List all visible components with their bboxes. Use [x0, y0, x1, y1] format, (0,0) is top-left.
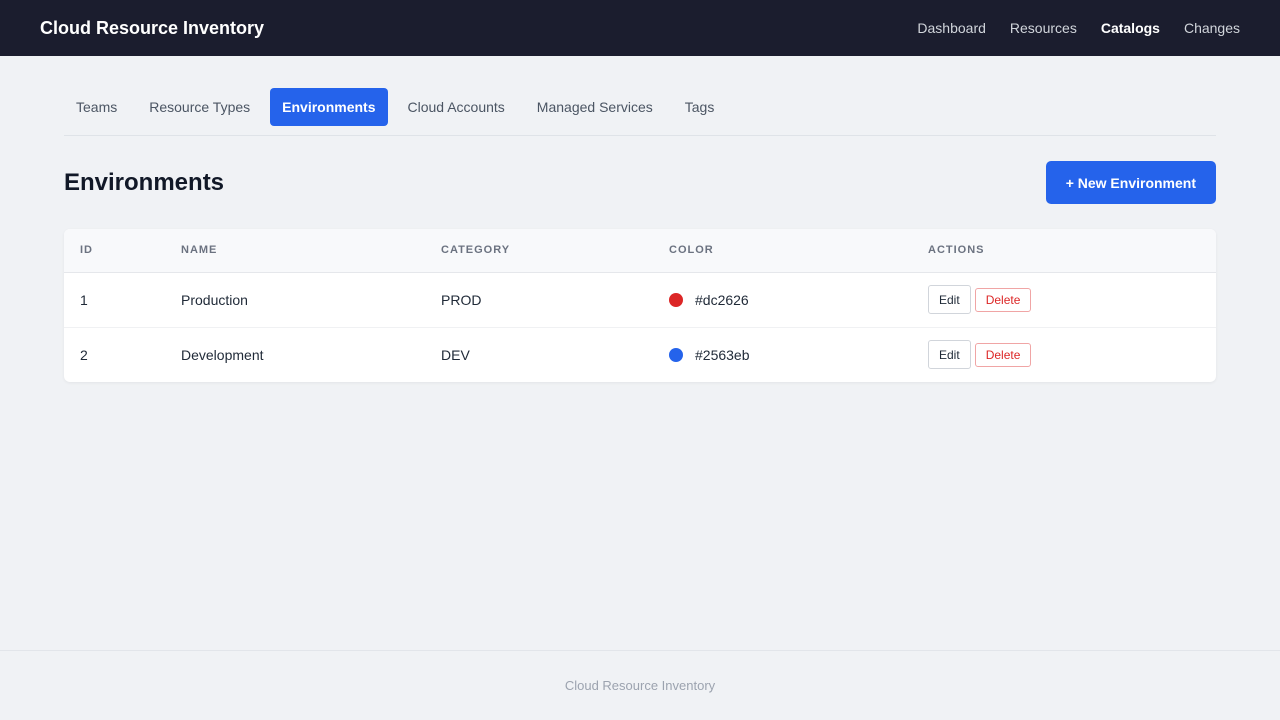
cell-actions: Edit Delete — [912, 326, 1216, 382]
color-swatch — [669, 347, 683, 362]
table-header-row: ID NAME CATEGORY COLOR ACTIONS — [64, 229, 1216, 273]
column-header-id: ID — [64, 229, 165, 273]
catalog-tabs: Teams Resource Types Environments Cloud … — [64, 88, 1216, 126]
nav-resources-link[interactable]: Resources — [1010, 20, 1077, 36]
cell-category: PROD — [441, 291, 482, 308]
environments-table: ID NAME CATEGORY COLOR ACTIONS 1 Product… — [64, 229, 1216, 382]
delete-button[interactable]: Delete — [974, 342, 1032, 367]
color-swatch — [669, 292, 683, 307]
column-header-category: CATEGORY — [425, 229, 653, 273]
tab-teams[interactable]: Teams — [64, 88, 129, 126]
column-header-color: COLOR — [653, 229, 912, 273]
page-title: Environments — [64, 168, 225, 196]
cell-category: DEV — [425, 326, 653, 382]
color-hex: #2563eb — [695, 346, 750, 363]
footer-text: Cloud Resource Inventory — [564, 678, 716, 693]
table-row: 2 Development DEV #2563eb Edit Delete — [64, 326, 1216, 382]
column-header-name: NAME — [165, 229, 425, 273]
environments-table-card: ID NAME CATEGORY COLOR ACTIONS 1 Product… — [64, 229, 1216, 382]
tab-managed-services[interactable]: Managed Services — [525, 88, 665, 126]
app-title[interactable]: Cloud Resource Inventory — [40, 18, 264, 39]
edit-button[interactable]: Edit — [928, 285, 971, 314]
page-header: Environments + New Environment — [64, 161, 1216, 204]
cell-name: Development — [165, 326, 425, 382]
tab-resource-types[interactable]: Resource Types — [137, 88, 262, 126]
column-header-actions: ACTIONS — [912, 229, 1216, 273]
top-navbar: Cloud Resource Inventory Dashboard Resou… — [0, 0, 1280, 56]
nav-dashboard-link[interactable]: Dashboard — [917, 20, 986, 36]
tab-cloud-accounts[interactable]: Cloud Accounts — [396, 88, 517, 126]
main-content: Teams Resource Types Environments Cloud … — [64, 88, 1216, 382]
cell-color: #dc2626 — [653, 272, 912, 327]
tabs-divider — [64, 135, 1216, 136]
cell-name: Production — [181, 291, 248, 308]
cell-id: 2 — [64, 326, 165, 382]
tab-environments[interactable]: Environments — [270, 88, 388, 126]
table-row: 1 Production PROD #dc2626 Edit Delete — [64, 272, 1216, 327]
tab-tags[interactable]: Tags — [673, 88, 727, 126]
cell-color: #2563eb — [653, 326, 912, 382]
nav-catalogs-link[interactable]: Catalogs — [1101, 20, 1160, 36]
color-hex: #dc2626 — [695, 291, 749, 308]
edit-button[interactable]: Edit — [928, 340, 971, 369]
new-environment-button[interactable]: + New Environment — [1045, 161, 1216, 204]
nav-changes-link[interactable]: Changes — [1184, 20, 1240, 36]
top-nav: Dashboard Resources Catalogs Changes — [917, 20, 1240, 36]
cell-id: 1 — [80, 291, 88, 308]
page-footer: Cloud Resource Inventory — [0, 650, 1280, 720]
delete-button[interactable]: Delete — [974, 287, 1032, 312]
cell-actions: Edit Delete — [912, 272, 1216, 327]
